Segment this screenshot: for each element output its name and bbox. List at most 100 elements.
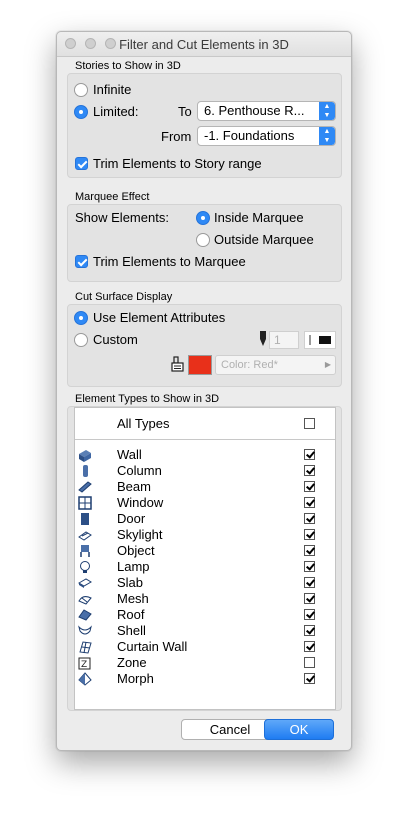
element-type-row[interactable]: Beam bbox=[75, 479, 335, 495]
element-type-checkbox[interactable] bbox=[304, 481, 315, 492]
use-element-attributes-radio[interactable] bbox=[74, 311, 88, 325]
element-type-checkbox[interactable] bbox=[304, 577, 315, 588]
pen-number-field[interactable]: 1 bbox=[269, 331, 299, 349]
element-type-label: Shell bbox=[117, 623, 146, 638]
fill-bucket-icon bbox=[171, 356, 184, 372]
to-label: To bbox=[178, 104, 192, 119]
trim-story-label: Trim Elements to Story range bbox=[93, 156, 262, 171]
element-type-row[interactable]: Lamp bbox=[75, 559, 335, 575]
line-type-field[interactable] bbox=[304, 331, 336, 349]
element-type-checkbox[interactable] bbox=[304, 497, 315, 508]
element-type-row[interactable]: Mesh bbox=[75, 591, 335, 607]
element-type-label: Column bbox=[117, 463, 162, 478]
element-type-label: Object bbox=[117, 543, 155, 558]
element-type-label: Roof bbox=[117, 607, 145, 622]
element-type-checkbox[interactable] bbox=[304, 593, 315, 604]
inside-marquee-radio[interactable] bbox=[196, 211, 210, 225]
element-type-label: Wall bbox=[117, 447, 142, 462]
title-bar: Filter and Cut Elements in 3D bbox=[57, 32, 351, 57]
curtain-wall-icon bbox=[79, 641, 92, 654]
to-story-value: 6. Penthouse R... bbox=[204, 103, 305, 118]
cut-color-swatch[interactable] bbox=[188, 355, 212, 375]
trim-marquee-checkbox[interactable] bbox=[75, 255, 88, 268]
element-type-checkbox[interactable] bbox=[304, 609, 315, 620]
window-icon bbox=[78, 496, 92, 510]
element-type-row[interactable]: Shell bbox=[75, 623, 335, 639]
element-type-checkbox[interactable] bbox=[304, 465, 315, 476]
outside-marquee-radio[interactable] bbox=[196, 233, 210, 247]
element-type-row[interactable]: Morph bbox=[75, 671, 335, 687]
cut-surface-section-label: Cut Surface Display bbox=[75, 291, 173, 303]
line-divider bbox=[309, 335, 311, 345]
element-type-checkbox[interactable] bbox=[304, 529, 315, 540]
element-type-row[interactable]: Window bbox=[75, 495, 335, 511]
element-type-checkbox[interactable] bbox=[304, 625, 315, 636]
all-types-label: All Types bbox=[117, 416, 170, 431]
use-element-attributes-label: Use Element Attributes bbox=[93, 310, 226, 325]
element-type-label: Zone bbox=[117, 655, 147, 670]
color-select[interactable]: Color: Red* ▶ bbox=[215, 355, 336, 375]
element-types-section-label: Element Types to Show in 3D bbox=[75, 393, 220, 405]
from-story-value: -1. Foundations bbox=[204, 128, 295, 143]
element-type-row[interactable]: Skylight bbox=[75, 527, 335, 543]
element-type-checkbox[interactable] bbox=[304, 449, 315, 460]
wall-icon bbox=[79, 450, 91, 462]
slab-icon bbox=[78, 578, 92, 588]
element-type-label: Skylight bbox=[117, 527, 163, 542]
ok-button[interactable]: OK bbox=[264, 719, 334, 740]
infinite-label: Infinite bbox=[93, 82, 132, 97]
element-type-row[interactable]: Object bbox=[75, 543, 335, 559]
element-type-label: Window bbox=[117, 495, 164, 510]
element-type-checkbox[interactable] bbox=[304, 561, 315, 572]
element-type-checkbox[interactable] bbox=[304, 545, 315, 556]
zone-icon: Z bbox=[78, 657, 91, 670]
element-type-row[interactable]: Column bbox=[75, 463, 335, 479]
infinite-radio[interactable] bbox=[74, 83, 88, 97]
element-type-row[interactable]: Wall bbox=[75, 447, 335, 463]
all-types-row[interactable]: All Types bbox=[75, 408, 335, 440]
trim-marquee-label: Trim Elements to Marquee bbox=[93, 254, 246, 269]
inside-marquee-label: Inside Marquee bbox=[214, 210, 304, 225]
chevron-updown-icon: ▲ ▼ bbox=[319, 127, 335, 145]
color-select-value: Color: Red* bbox=[221, 359, 278, 371]
chevron-updown-icon: ▲ ▼ bbox=[319, 102, 335, 120]
outside-marquee-label: Outside Marquee bbox=[214, 232, 314, 247]
skylight-icon bbox=[78, 531, 92, 541]
stories-section-label: Stories to Show in 3D bbox=[75, 60, 181, 72]
element-type-label: Morph bbox=[117, 671, 154, 686]
all-types-checkbox[interactable] bbox=[304, 418, 315, 429]
svg-text:Z: Z bbox=[81, 660, 87, 670]
to-story-select[interactable]: 6. Penthouse R... ▲ ▼ bbox=[197, 101, 336, 121]
from-label: From bbox=[161, 129, 192, 144]
object-icon bbox=[80, 545, 90, 557]
element-type-row[interactable]: Slab bbox=[75, 575, 335, 591]
element-type-row[interactable]: Curtain Wall bbox=[75, 639, 335, 655]
element-type-row[interactable]: Z Zone bbox=[75, 655, 335, 671]
element-type-checkbox[interactable] bbox=[304, 657, 315, 668]
beam-icon bbox=[78, 481, 92, 493]
element-type-checkbox[interactable] bbox=[304, 513, 315, 524]
element-type-row[interactable]: Roof bbox=[75, 607, 335, 623]
pen-icon bbox=[260, 331, 266, 346]
element-type-label: Slab bbox=[117, 575, 144, 590]
element-type-checkbox[interactable] bbox=[304, 673, 315, 684]
custom-label: Custom bbox=[93, 332, 138, 347]
limited-radio[interactable] bbox=[74, 105, 88, 119]
window-title: Filter and Cut Elements in 3D bbox=[119, 37, 289, 52]
element-type-label: Door bbox=[117, 511, 146, 526]
roof-icon bbox=[78, 609, 92, 621]
morph-icon bbox=[78, 672, 92, 686]
marquee-section-label: Marquee Effect bbox=[75, 191, 150, 203]
door-icon bbox=[81, 513, 89, 525]
element-type-checkbox[interactable] bbox=[304, 641, 315, 652]
mesh-icon bbox=[78, 596, 92, 605]
line-type-swatch bbox=[319, 336, 331, 344]
element-type-row[interactable]: Door bbox=[75, 511, 335, 527]
column-icon bbox=[83, 465, 88, 477]
element-types-list: All Types Wall Column Beam Window Door Skylig… bbox=[74, 407, 336, 710]
trim-story-checkbox[interactable] bbox=[75, 157, 88, 170]
shell-icon bbox=[78, 625, 92, 635]
from-story-select[interactable]: -1. Foundations ▲ ▼ bbox=[197, 126, 336, 146]
custom-radio[interactable] bbox=[74, 333, 88, 347]
lamp-icon bbox=[80, 561, 90, 573]
